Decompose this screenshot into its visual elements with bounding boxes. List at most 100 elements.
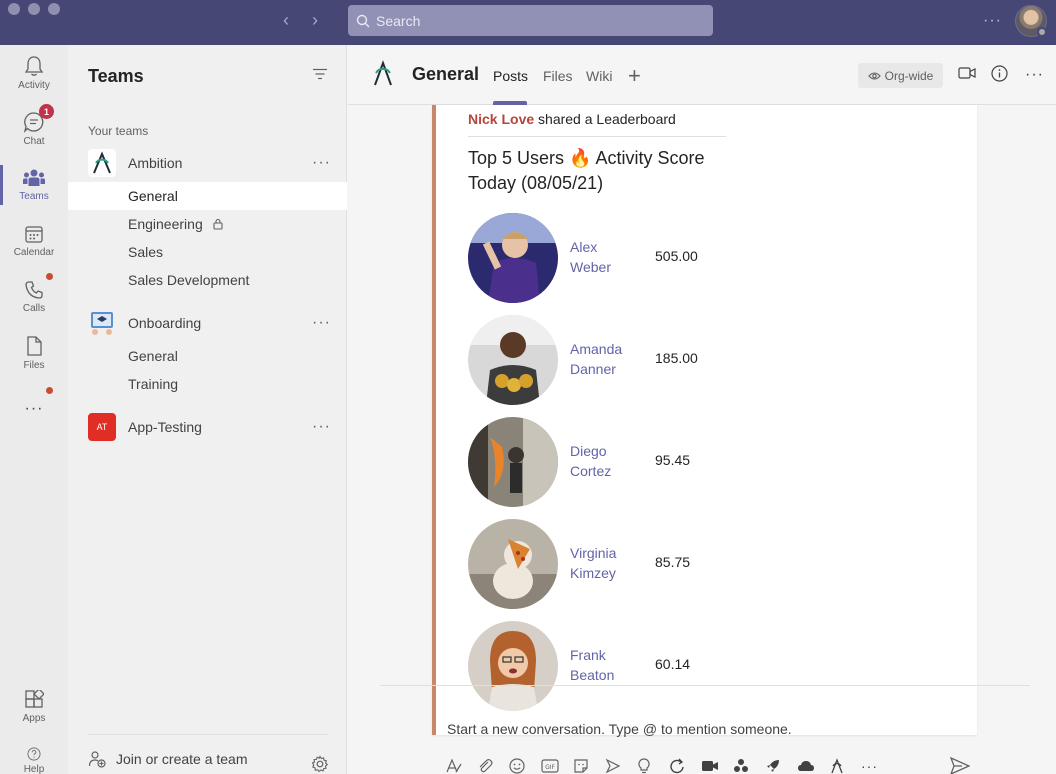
phone-icon — [25, 281, 43, 299]
card-separator — [468, 136, 726, 137]
window-close-button[interactable] — [8, 3, 20, 15]
panel-divider — [88, 734, 328, 735]
attach-button[interactable] — [477, 757, 509, 774]
sticker-icon — [574, 759, 588, 773]
teams-panel: Teams Your teams Ambition ··· General En… — [68, 45, 347, 774]
apps-icon — [25, 690, 44, 708]
channel-title: General — [412, 64, 480, 84]
user-name[interactable]: Diego Cortez — [570, 441, 640, 481]
compose-input[interactable]: Start a new conversation. Type @ to ment… — [447, 721, 792, 737]
rocket-icon — [767, 760, 779, 772]
team-app-testing[interactable]: AT App-Testing ··· — [68, 411, 347, 443]
send-forward-icon — [605, 758, 621, 774]
more-apps-notification-dot — [46, 387, 53, 394]
more-options-button[interactable]: ··· — [861, 757, 893, 774]
user-score: 60.14 — [655, 656, 691, 672]
info-icon[interactable] — [991, 65, 1008, 82]
calendar-icon — [25, 226, 43, 243]
panel-title: Teams — [88, 66, 144, 86]
back-button[interactable]: ‹ — [283, 10, 289, 30]
app-button-1[interactable] — [733, 757, 765, 774]
user-name[interactable]: Amanda Danner — [570, 339, 640, 379]
user-name[interactable]: Frank Beaton — [570, 645, 640, 685]
loop-button[interactable] — [669, 757, 701, 774]
filter-icon[interactable] — [312, 68, 328, 80]
meet-now-button[interactable] — [605, 757, 637, 774]
post-header: Nick Love shared a Leaderboard — [468, 111, 948, 127]
rail-item-help[interactable]: Help — [0, 735, 68, 774]
profile-avatar[interactable] — [1015, 5, 1047, 37]
rail-item-more-apps[interactable]: ··· — [0, 381, 68, 437]
help-icon — [27, 747, 41, 761]
sticker-button[interactable] — [573, 757, 605, 774]
channel-ambition-engineering[interactable]: Engineering — [68, 210, 347, 238]
tab-files[interactable]: Files — [543, 68, 573, 84]
channel-more-button[interactable]: ··· — [1025, 66, 1044, 84]
rail-item-calls[interactable]: Calls — [0, 269, 68, 325]
tab-posts[interactable]: Posts — [493, 68, 528, 84]
rail-item-files[interactable]: Files — [0, 325, 68, 381]
rail-label: Activity — [18, 80, 50, 91]
rail-item-chat[interactable]: Chat 1 — [0, 101, 68, 157]
more-options-icon: ··· — [861, 758, 878, 774]
channel-name: Sales Development — [128, 272, 250, 288]
join-or-create-team-button[interactable]: Join or create a team — [88, 745, 333, 773]
praise-button[interactable] — [637, 757, 669, 774]
gif-icon: GIF — [541, 759, 559, 773]
svg-text:GIF: GIF — [545, 764, 555, 771]
channel-ambition-sales-development[interactable]: Sales Development — [68, 266, 347, 294]
app-button-ambition[interactable] — [829, 757, 861, 774]
search-input[interactable]: Search — [348, 5, 713, 36]
team-more-button[interactable]: ··· — [312, 314, 331, 332]
user-first-name: Virginia — [570, 545, 617, 561]
rail-label: Teams — [19, 191, 49, 202]
user-name[interactable]: Alex Weber — [570, 237, 640, 277]
emoji-button[interactable] — [509, 757, 541, 774]
channel-ambition-general[interactable]: General — [68, 182, 347, 210]
titlebar-more-button[interactable]: ··· — [983, 12, 1002, 30]
ambition-app-icon — [831, 758, 843, 774]
channel-onboarding-training[interactable]: Training — [68, 370, 347, 398]
user-name[interactable]: Virginia Kimzey — [570, 543, 640, 583]
format-button[interactable] — [445, 757, 477, 774]
rail-item-apps[interactable]: Apps — [0, 679, 68, 735]
rail-label: Calls — [22, 303, 46, 314]
video-call-icon[interactable] — [958, 66, 976, 80]
title-bar: ‹ › Search ··· — [0, 0, 1056, 45]
window-zoom-button[interactable] — [48, 3, 60, 15]
team-more-button[interactable]: ··· — [312, 418, 331, 436]
rail-item-teams[interactable]: Teams — [0, 157, 68, 213]
team-onboarding[interactable]: Onboarding ··· — [68, 307, 347, 339]
rail-item-activity[interactable]: Activity — [0, 45, 68, 101]
channel-name: Engineering — [128, 216, 203, 232]
rail-item-calendar[interactable]: Calendar — [0, 213, 68, 269]
bell-icon — [24, 56, 44, 76]
ambition-logo — [374, 60, 392, 86]
channel-header: General Posts Files Wiki + Org-wide ··· — [348, 45, 1056, 105]
user-score: 505.00 — [655, 248, 698, 264]
app-button-3[interactable] — [797, 757, 829, 774]
channel-name: General — [128, 348, 178, 364]
app-button-2[interactable] — [765, 757, 797, 774]
ambition-logo — [88, 149, 116, 177]
tab-wiki[interactable]: Wiki — [586, 68, 612, 84]
team-more-button[interactable]: ··· — [312, 154, 331, 172]
add-tab-button[interactable]: + — [628, 63, 641, 89]
gear-icon[interactable] — [311, 755, 329, 773]
forward-button[interactable]: › — [312, 10, 318, 30]
org-wide-button[interactable]: Org-wide — [858, 63, 943, 88]
your-teams-label: Your teams — [88, 124, 149, 138]
channel-onboarding-general[interactable]: General — [68, 342, 347, 370]
channel-ambition-sales[interactable]: Sales — [68, 238, 347, 266]
dots-cluster-icon — [734, 759, 748, 772]
team-ambition[interactable]: Ambition ··· — [68, 147, 347, 179]
user-first-name: Diego — [570, 443, 607, 459]
window-minimize-button[interactable] — [28, 3, 40, 15]
channel-name: Training — [128, 376, 179, 392]
send-icon[interactable] — [950, 757, 970, 774]
rail-label: Help — [23, 764, 45, 774]
post-author[interactable]: Nick Love — [468, 111, 534, 127]
video-button[interactable] — [701, 757, 733, 774]
gif-button[interactable]: GIF — [541, 757, 573, 774]
user-score: 185.00 — [655, 350, 698, 366]
